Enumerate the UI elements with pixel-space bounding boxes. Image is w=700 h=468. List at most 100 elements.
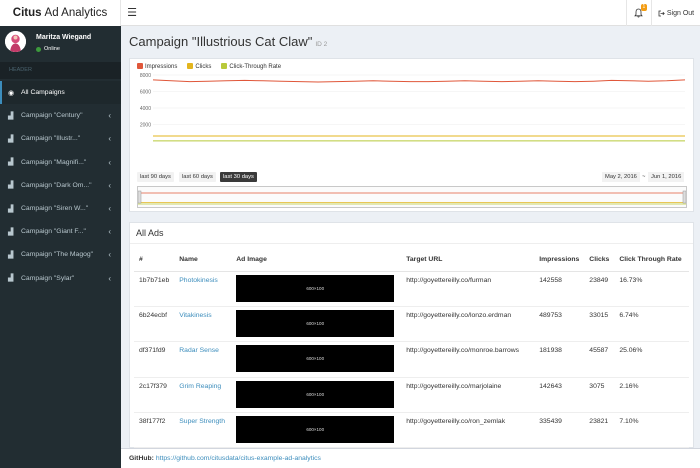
legend-swatch [187, 63, 194, 69]
ad-clicks: 45587 [584, 341, 615, 378]
table-row: 1b7b71eb Photokinesis 600×100 http://goyett… [134, 271, 689, 307]
col-id: # [134, 249, 175, 272]
sidebar-item-1[interactable]: ▟ Campaign "Century" ‹ [0, 104, 121, 127]
campaign-title: Campaign "Illustrious Cat Claw" [129, 34, 313, 49]
sidebar-item-3[interactable]: ▟ Campaign "Magnifi..." ‹ [0, 151, 121, 174]
y-tick-label: 4000 [140, 106, 151, 112]
sign-out-label: Sign Out [666, 9, 695, 17]
hamburger-icon[interactable]: ☰ [126, 6, 138, 20]
sidebar-item-label: Campaign "Siren W..." [21, 205, 89, 213]
ad-image: 600×100 [236, 309, 395, 337]
col-ctr: Click Through Rate [614, 249, 689, 272]
avatar [5, 31, 26, 52]
online-status-icon [36, 46, 41, 52]
ad-name-link[interactable]: Grim Reaping [174, 377, 232, 414]
sidebar-item-5[interactable]: ▟ Campaign "Siren W..." ‹ [0, 197, 121, 220]
range-button-30[interactable]: last 30 days [220, 172, 257, 182]
ad-clicks: 23849 [584, 271, 615, 307]
navigator-right-handle [682, 190, 687, 204]
bar-chart-icon: ▟ [8, 182, 14, 190]
table-header-row: # Name Ad Image Target URL Impressions C… [134, 249, 689, 272]
sidebar-item-4[interactable]: ▟ Campaign "Dark Om..." ‹ [0, 174, 121, 197]
range-button-60[interactable]: last 60 days [179, 172, 216, 182]
ad-target-url: http://goyettereilly.co/ron_zemlak [401, 412, 535, 449]
footer-label: GitHub: [129, 455, 154, 462]
sidebar-header: HEADER [0, 62, 121, 79]
sidebar-item-label: All Campaigns [21, 89, 65, 97]
user-status-label: Online [44, 46, 60, 52]
notification-count-badge: 1 [641, 4, 647, 11]
ad-ctr: 6.74% [614, 306, 689, 343]
bar-chart-icon: ▟ [8, 205, 14, 213]
chevron-left-icon: ‹ [108, 111, 111, 121]
chart-legend: Impressions Clicks Click-Through Rate [137, 63, 281, 70]
sidebar-item-label: Campaign "Century" [21, 112, 83, 120]
divider [130, 243, 693, 244]
ad-impressions: 489753 [534, 306, 585, 343]
ad-ctr: 7.10% [614, 412, 689, 449]
ad-clicks: 23821 [584, 412, 615, 449]
ad-name-link[interactable]: Super Strength [174, 412, 232, 449]
sidebar-item-6[interactable]: ▟ Campaign "Giant F..." ‹ [0, 220, 121, 243]
logo-light: Ad Analytics [44, 7, 108, 19]
campaign-id: ID 2 [315, 41, 328, 48]
y-tick-label: 6000 [140, 90, 151, 96]
date-to-input[interactable]: Jun 1, 2016 [648, 172, 685, 182]
col-name: Name [174, 249, 232, 272]
all-ads-box: All Ads # Name Ad Image Target URL Impre… [129, 222, 694, 449]
stats-chart-box: Impressions Clicks Click-Through Rate 8000… [129, 58, 694, 212]
sidebar-item-label: Campaign "Dark Om..." [21, 181, 92, 189]
legend-item[interactable]: Click-Through Rate [221, 63, 281, 70]
legend-swatch [221, 63, 228, 69]
sign-out-button[interactable]: Sign Out [651, 0, 700, 26]
sidebar-item-label: Campaign "Sylar" [21, 274, 75, 282]
sidebar-item-7[interactable]: ▟ Campaign "The Magog" ‹ [0, 243, 121, 266]
ad-image: 600×100 [236, 416, 395, 444]
range-selector: last 90 days last 60 days last 30 days M… [137, 172, 687, 183]
ad-image: 600×100 [236, 274, 395, 302]
legend-item[interactable]: Impressions [137, 63, 177, 70]
ad-target-url: http://goyettereilly.co/lonzo.erdman [401, 306, 535, 343]
chevron-left-icon: ‹ [108, 157, 111, 167]
ad-name-link[interactable]: Vitakinesis [174, 306, 232, 343]
ad-impressions: 142643 [534, 377, 585, 414]
ad-target-url: http://goyettereilly.co/monroe.barrows [401, 341, 535, 378]
legend-item[interactable]: Clicks [187, 63, 211, 70]
bar-chart-icon: ▟ [8, 228, 14, 236]
date-from-input[interactable]: May 2, 2016 [602, 172, 640, 182]
col-target-url: Target URL [401, 249, 535, 272]
ad-id: 1b7b71eb [134, 271, 175, 307]
legend-label: Clicks [195, 64, 212, 70]
col-impressions: Impressions [534, 249, 585, 272]
ad-clicks: 33015 [584, 306, 615, 343]
sidebar-item-2[interactable]: ▟ Campaign "Illustr..." ‹ [0, 127, 121, 150]
bar-chart-icon: ▟ [8, 112, 14, 120]
notifications-button[interactable]: 1 [626, 0, 650, 26]
chevron-left-icon: ‹ [108, 273, 111, 283]
app-logo[interactable]: Citus Ad Analytics [0, 0, 121, 26]
col-ad-image: Ad Image [231, 249, 402, 272]
table-row: df371fd9 Radar Sense 600×100 http://goyette… [134, 341, 689, 378]
line-chart: 8000 6000 4000 2000 [140, 73, 686, 142]
page-title: Campaign "Illustrious Cat Claw" ID 2 [129, 34, 327, 49]
ad-name-link[interactable]: Photokinesis [174, 271, 232, 307]
sidebar-item-8[interactable]: ▟ Campaign "Sylar" ‹ [0, 267, 121, 290]
legend-label: Impressions [145, 64, 178, 70]
navigator-series [137, 190, 687, 205]
sidebar-item-0[interactable]: ◉ All Campaigns [0, 81, 121, 105]
range-button-90[interactable]: last 90 days [137, 172, 174, 182]
y-tick-label: 2000 [140, 123, 151, 129]
bar-chart-icon: ▟ [8, 251, 14, 259]
ad-name-link[interactable]: Radar Sense [174, 341, 232, 378]
bar-chart-icon: ▟ [8, 275, 14, 283]
chevron-left-icon: ‹ [108, 250, 111, 260]
sidebar-item-label: Campaign "Giant F..." [21, 228, 86, 236]
chart-navigator[interactable] [137, 186, 687, 208]
sidebar-item-label: Campaign "Illustr..." [21, 135, 81, 143]
chevron-left-icon: ‹ [108, 180, 111, 190]
sign-out-icon [658, 10, 665, 16]
github-link[interactable]: https://github.com/citusdata/citus-examp… [156, 455, 321, 462]
app-page: Citus Ad Analytics ☰ 1 Sign Out Maritza … [0, 0, 700, 468]
ads-table: # Name Ad Image Target URL Impressions C… [134, 249, 689, 449]
user-name: Maritza Wiegand [36, 34, 92, 41]
